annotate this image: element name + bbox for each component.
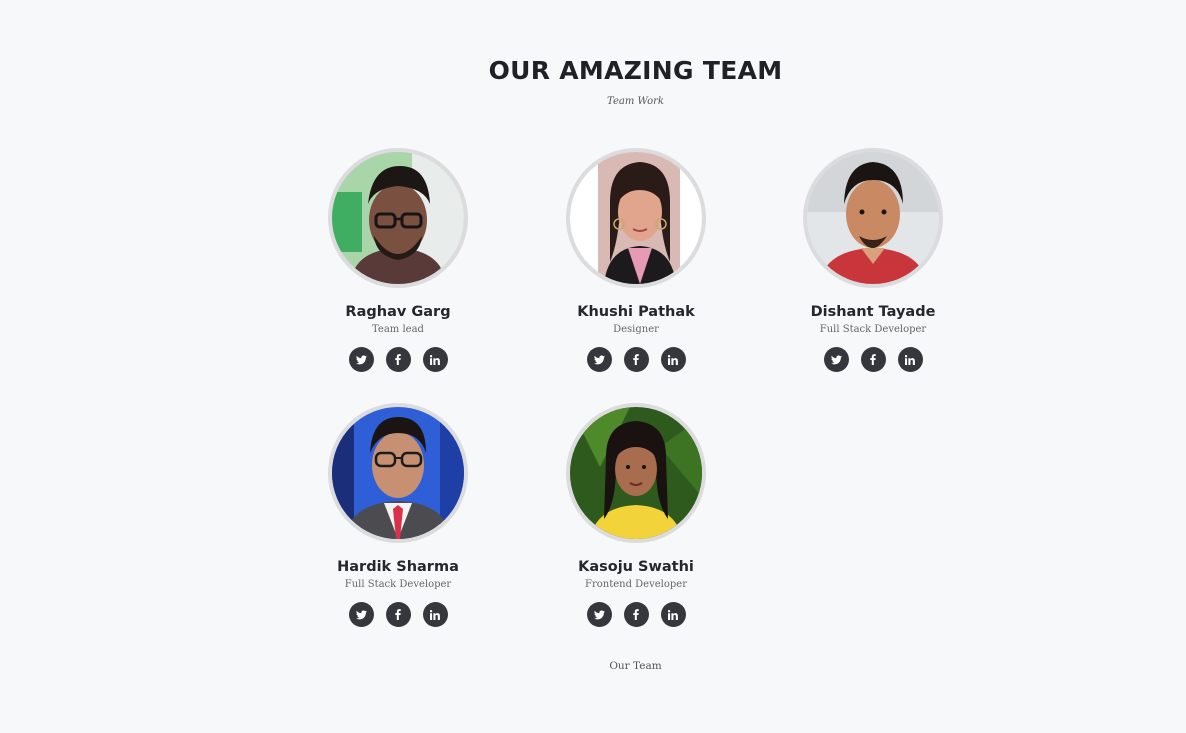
member-photo: [803, 148, 943, 288]
page-subtitle: Team Work: [607, 96, 664, 107]
member-role: Full Stack Developer: [344, 579, 452, 590]
social-links: [516, 602, 756, 628]
facebook-icon: [395, 354, 401, 365]
linkedin-button[interactable]: [897, 347, 923, 372]
facebook-icon: [633, 354, 639, 365]
linkedin-button[interactable]: [422, 347, 448, 372]
linkedin-icon: [905, 354, 915, 365]
twitter-button[interactable]: [348, 347, 374, 372]
social-links: [278, 602, 518, 628]
twitter-icon: [355, 354, 367, 365]
member-name: Raghav Garg: [345, 304, 451, 320]
social-links: [516, 347, 756, 373]
facebook-button[interactable]: [860, 347, 886, 372]
social-links: [278, 347, 518, 373]
member-photo: [328, 403, 468, 543]
twitter-button[interactable]: [586, 602, 612, 627]
team-member-card: Kasoju Swathi Frontend Developer: [516, 403, 756, 633]
member-photo: [328, 148, 468, 288]
linkedin-icon: [430, 609, 440, 620]
member-photo: [566, 403, 706, 543]
page-title: OUR AMAZING TEAM: [488, 56, 783, 85]
facebook-icon: [395, 609, 401, 620]
linkedin-button[interactable]: [660, 602, 686, 627]
footer-text: Our Team: [609, 660, 662, 672]
member-name: Dishant Tayade: [810, 304, 936, 320]
member-name: Kasoju Swathi: [578, 559, 694, 575]
twitter-icon: [355, 609, 367, 620]
social-links: [753, 347, 993, 373]
twitter-button[interactable]: [586, 347, 612, 372]
member-name: Khushi Pathak: [577, 304, 695, 320]
facebook-icon: [870, 354, 876, 365]
facebook-button[interactable]: [385, 347, 411, 372]
member-role: Frontend Developer: [585, 579, 687, 590]
linkedin-icon: [668, 609, 678, 620]
member-role: Full Stack Developer: [819, 324, 927, 335]
facebook-button[interactable]: [623, 347, 649, 372]
team-member-card: Hardik Sharma Full Stack Developer: [278, 403, 518, 633]
twitter-icon: [830, 354, 842, 365]
facebook-button[interactable]: [623, 602, 649, 627]
twitter-icon: [593, 609, 605, 620]
facebook-button[interactable]: [385, 602, 411, 627]
linkedin-icon: [430, 354, 440, 365]
team-member-card: Raghav Garg Team lead: [278, 148, 518, 378]
member-role: Team lead: [372, 324, 424, 335]
twitter-icon: [593, 354, 605, 365]
twitter-button[interactable]: [823, 347, 849, 372]
linkedin-icon: [668, 354, 678, 365]
linkedin-button[interactable]: [422, 602, 448, 627]
member-role: Designer: [613, 324, 659, 335]
team-member-card: Dishant Tayade Full Stack Developer: [753, 148, 993, 378]
facebook-icon: [633, 609, 639, 620]
linkedin-button[interactable]: [660, 347, 686, 372]
twitter-button[interactable]: [348, 602, 374, 627]
member-name: Hardik Sharma: [337, 559, 459, 575]
team-member-card: Khushi Pathak Designer: [516, 148, 756, 378]
member-photo: [566, 148, 706, 288]
